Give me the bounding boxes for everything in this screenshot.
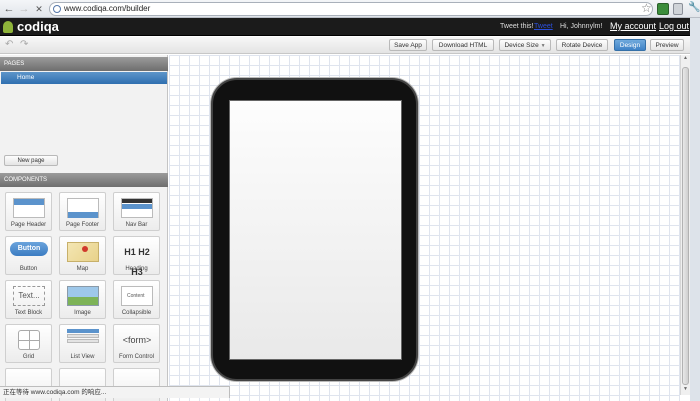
component-text-block[interactable]: Text... Text Block xyxy=(5,280,52,319)
device-size-label: Device Size xyxy=(504,42,539,49)
scroll-thumb[interactable] xyxy=(682,67,689,385)
wrench-icon[interactable]: 🔧 xyxy=(688,2,700,13)
component-nav-bar[interactable]: Nav Bar xyxy=(113,192,160,231)
page-icon[interactable] xyxy=(673,3,683,15)
redo-icon[interactable]: ↷ xyxy=(20,39,28,50)
component-form-control[interactable]: <form> Form Control xyxy=(113,324,160,363)
component-map[interactable]: Map xyxy=(59,236,106,275)
image-icon xyxy=(67,286,99,306)
address-text: www.codiqa.com/builder xyxy=(64,4,151,13)
map-icon xyxy=(67,242,99,262)
pages-section-title: PAGES xyxy=(0,57,168,71)
new-page-button[interactable]: New page xyxy=(4,155,58,166)
design-canvas[interactable] xyxy=(169,55,680,401)
status-bar: 正在等待 www.codiqa.com 的响应... xyxy=(0,386,230,398)
component-button[interactable]: Button Button xyxy=(5,236,52,275)
text-block-icon: Text... xyxy=(13,286,45,306)
forward-arrow-icon[interactable]: → xyxy=(17,2,31,16)
app-logo[interactable]: codiqa xyxy=(17,19,59,34)
preview-button[interactable]: Preview xyxy=(650,39,684,51)
component-label: Map xyxy=(76,266,89,272)
device-size-button[interactable]: Device Size ▼ xyxy=(499,39,551,51)
component-grid[interactable]: Grid xyxy=(5,324,52,363)
rotate-device-button[interactable]: Rotate Device xyxy=(556,39,608,51)
page-footer-icon xyxy=(67,198,99,218)
stop-icon[interactable]: ✕ xyxy=(32,2,46,16)
component-page-header[interactable]: Page Header xyxy=(5,192,52,231)
builder-toolbar: ↶ ↷ Save App Download HTML Device Size ▼… xyxy=(0,37,690,54)
component-label: Grid xyxy=(22,354,35,360)
component-label: Collapsible xyxy=(121,310,152,316)
component-label: List View xyxy=(70,354,95,360)
scroll-up-icon[interactable]: ▲ xyxy=(681,55,690,64)
device-frame xyxy=(211,78,418,381)
collapsible-icon: Content xyxy=(121,286,153,306)
nav-bar-icon xyxy=(121,198,153,218)
sidebar: PAGES Home New page COMPONENTS Page Head… xyxy=(0,55,168,401)
component-label: Button xyxy=(19,266,38,272)
form-control-icon: <form> xyxy=(122,335,152,345)
vertical-scrollbar[interactable]: ▲ ▼ xyxy=(680,55,690,395)
page-header-icon xyxy=(13,198,45,218)
app-header: codiqa Tweet this! Tweet Hi, Johnnylm! M… xyxy=(0,18,690,36)
back-arrow-icon[interactable]: ← xyxy=(2,2,16,16)
component-label: Image xyxy=(74,310,91,316)
component-label: Form Control xyxy=(118,354,154,360)
undo-icon[interactable]: ↶ xyxy=(5,39,13,50)
address-bar[interactable]: www.codiqa.com/builder xyxy=(49,2,653,16)
scroll-down-icon[interactable]: ▼ xyxy=(681,386,690,395)
page-item-home[interactable]: Home xyxy=(1,72,167,84)
heading-icon: H1 H2 H3 xyxy=(124,247,150,277)
list-view-icon xyxy=(67,329,99,347)
tweet-link[interactable]: Tweet xyxy=(534,23,553,30)
extension-icon[interactable] xyxy=(657,3,669,15)
component-label: Page Footer xyxy=(65,222,100,228)
device-screen[interactable] xyxy=(229,100,402,360)
component-label: Page Header xyxy=(10,222,47,228)
browser-toolbar: ← → ✕ www.codiqa.com/builder ☆ 🔧 xyxy=(0,0,700,18)
chevron-down-icon: ▼ xyxy=(540,43,546,49)
component-list-view[interactable]: List View xyxy=(59,324,106,363)
window-edge xyxy=(690,18,700,401)
design-button[interactable]: Design xyxy=(614,39,646,51)
button-icon: Button xyxy=(10,242,48,256)
save-app-button[interactable]: Save App xyxy=(389,39,427,51)
components-section-title: COMPONENTS xyxy=(0,173,168,187)
component-label: Heading xyxy=(125,266,148,272)
component-page-footer[interactable]: Page Footer xyxy=(59,192,106,231)
tweet-label: Tweet this! xyxy=(500,23,534,30)
component-label: Nav Bar xyxy=(125,222,148,228)
logout-link[interactable]: Log out xyxy=(659,21,689,31)
grid-icon xyxy=(18,330,40,350)
greeting: Hi, Johnnylm! xyxy=(560,23,603,30)
component-image[interactable]: Image xyxy=(59,280,106,319)
component-label: Text Block xyxy=(14,310,43,316)
download-html-button[interactable]: Download HTML xyxy=(432,39,494,51)
component-heading[interactable]: H1 H2 H3 Heading xyxy=(113,236,160,277)
globe-icon xyxy=(53,5,61,13)
codiqa-logo-icon xyxy=(3,21,13,33)
my-account-link[interactable]: My account xyxy=(610,21,656,31)
component-collapsible[interactable]: Content Collapsible xyxy=(113,280,160,319)
bookmark-star-icon[interactable]: ☆ xyxy=(641,1,652,15)
